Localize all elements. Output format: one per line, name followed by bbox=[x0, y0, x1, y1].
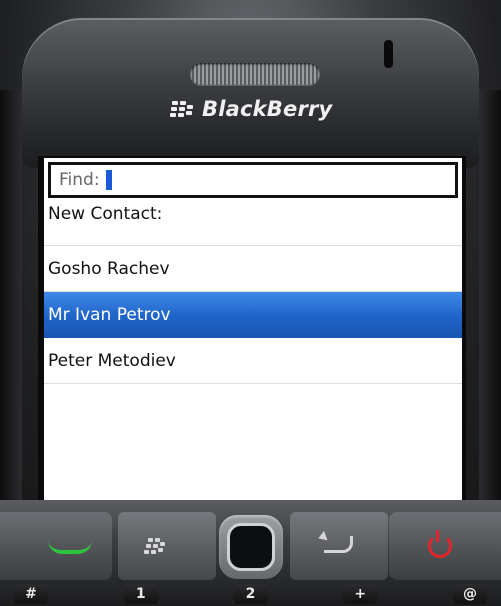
key-at[interactable]: @ bbox=[453, 584, 487, 604]
contact-name: Mr Ivan Petrov bbox=[48, 304, 171, 325]
brand-text: BlackBerry bbox=[202, 97, 333, 121]
contact-item-peter-metodiev[interactable]: Peter Metodiev bbox=[44, 338, 462, 384]
brand-logo: BlackBerry bbox=[170, 92, 340, 126]
new-contact-label: New Contact: bbox=[48, 204, 163, 224]
proximity-sensor bbox=[384, 40, 393, 68]
contact-list: New Contact: Gosho Rachev Mr Ivan Petrov… bbox=[44, 200, 462, 384]
contact-name: Peter Metodiev bbox=[48, 350, 176, 371]
new-contact-item[interactable]: New Contact: bbox=[44, 200, 462, 246]
key-1[interactable]: 1 bbox=[123, 584, 158, 604]
left-rim bbox=[0, 90, 22, 530]
find-input[interactable]: Find: bbox=[48, 162, 458, 198]
find-label: Find: bbox=[59, 170, 100, 190]
contact-name: Gosho Rachev bbox=[48, 258, 170, 279]
contact-item-gosho-rachev[interactable]: Gosho Rachev bbox=[44, 246, 462, 292]
earpiece-speaker bbox=[190, 63, 320, 85]
text-cursor bbox=[105, 170, 112, 190]
trackpad-center bbox=[227, 523, 275, 571]
screen: Find: New Contact: Gosho Rachev Mr Ivan … bbox=[44, 158, 462, 500]
contact-item-mr-ivan-petrov[interactable]: Mr Ivan Petrov bbox=[44, 292, 462, 338]
back-arrow-icon bbox=[324, 536, 353, 553]
keyboard-top-row: # 1 2 + @ bbox=[0, 584, 501, 606]
blackberry-menu-icon bbox=[140, 536, 172, 556]
key-hash[interactable]: # bbox=[14, 584, 48, 604]
key-2[interactable]: 2 bbox=[233, 584, 268, 604]
right-rim bbox=[479, 90, 501, 530]
device-stage: BlackBerry Find: New Contact: Gosho Rach… bbox=[0, 0, 501, 606]
key-plus[interactable]: + bbox=[343, 584, 378, 604]
blackberry-logo-icon bbox=[170, 100, 196, 118]
power-end-icon bbox=[428, 534, 452, 558]
